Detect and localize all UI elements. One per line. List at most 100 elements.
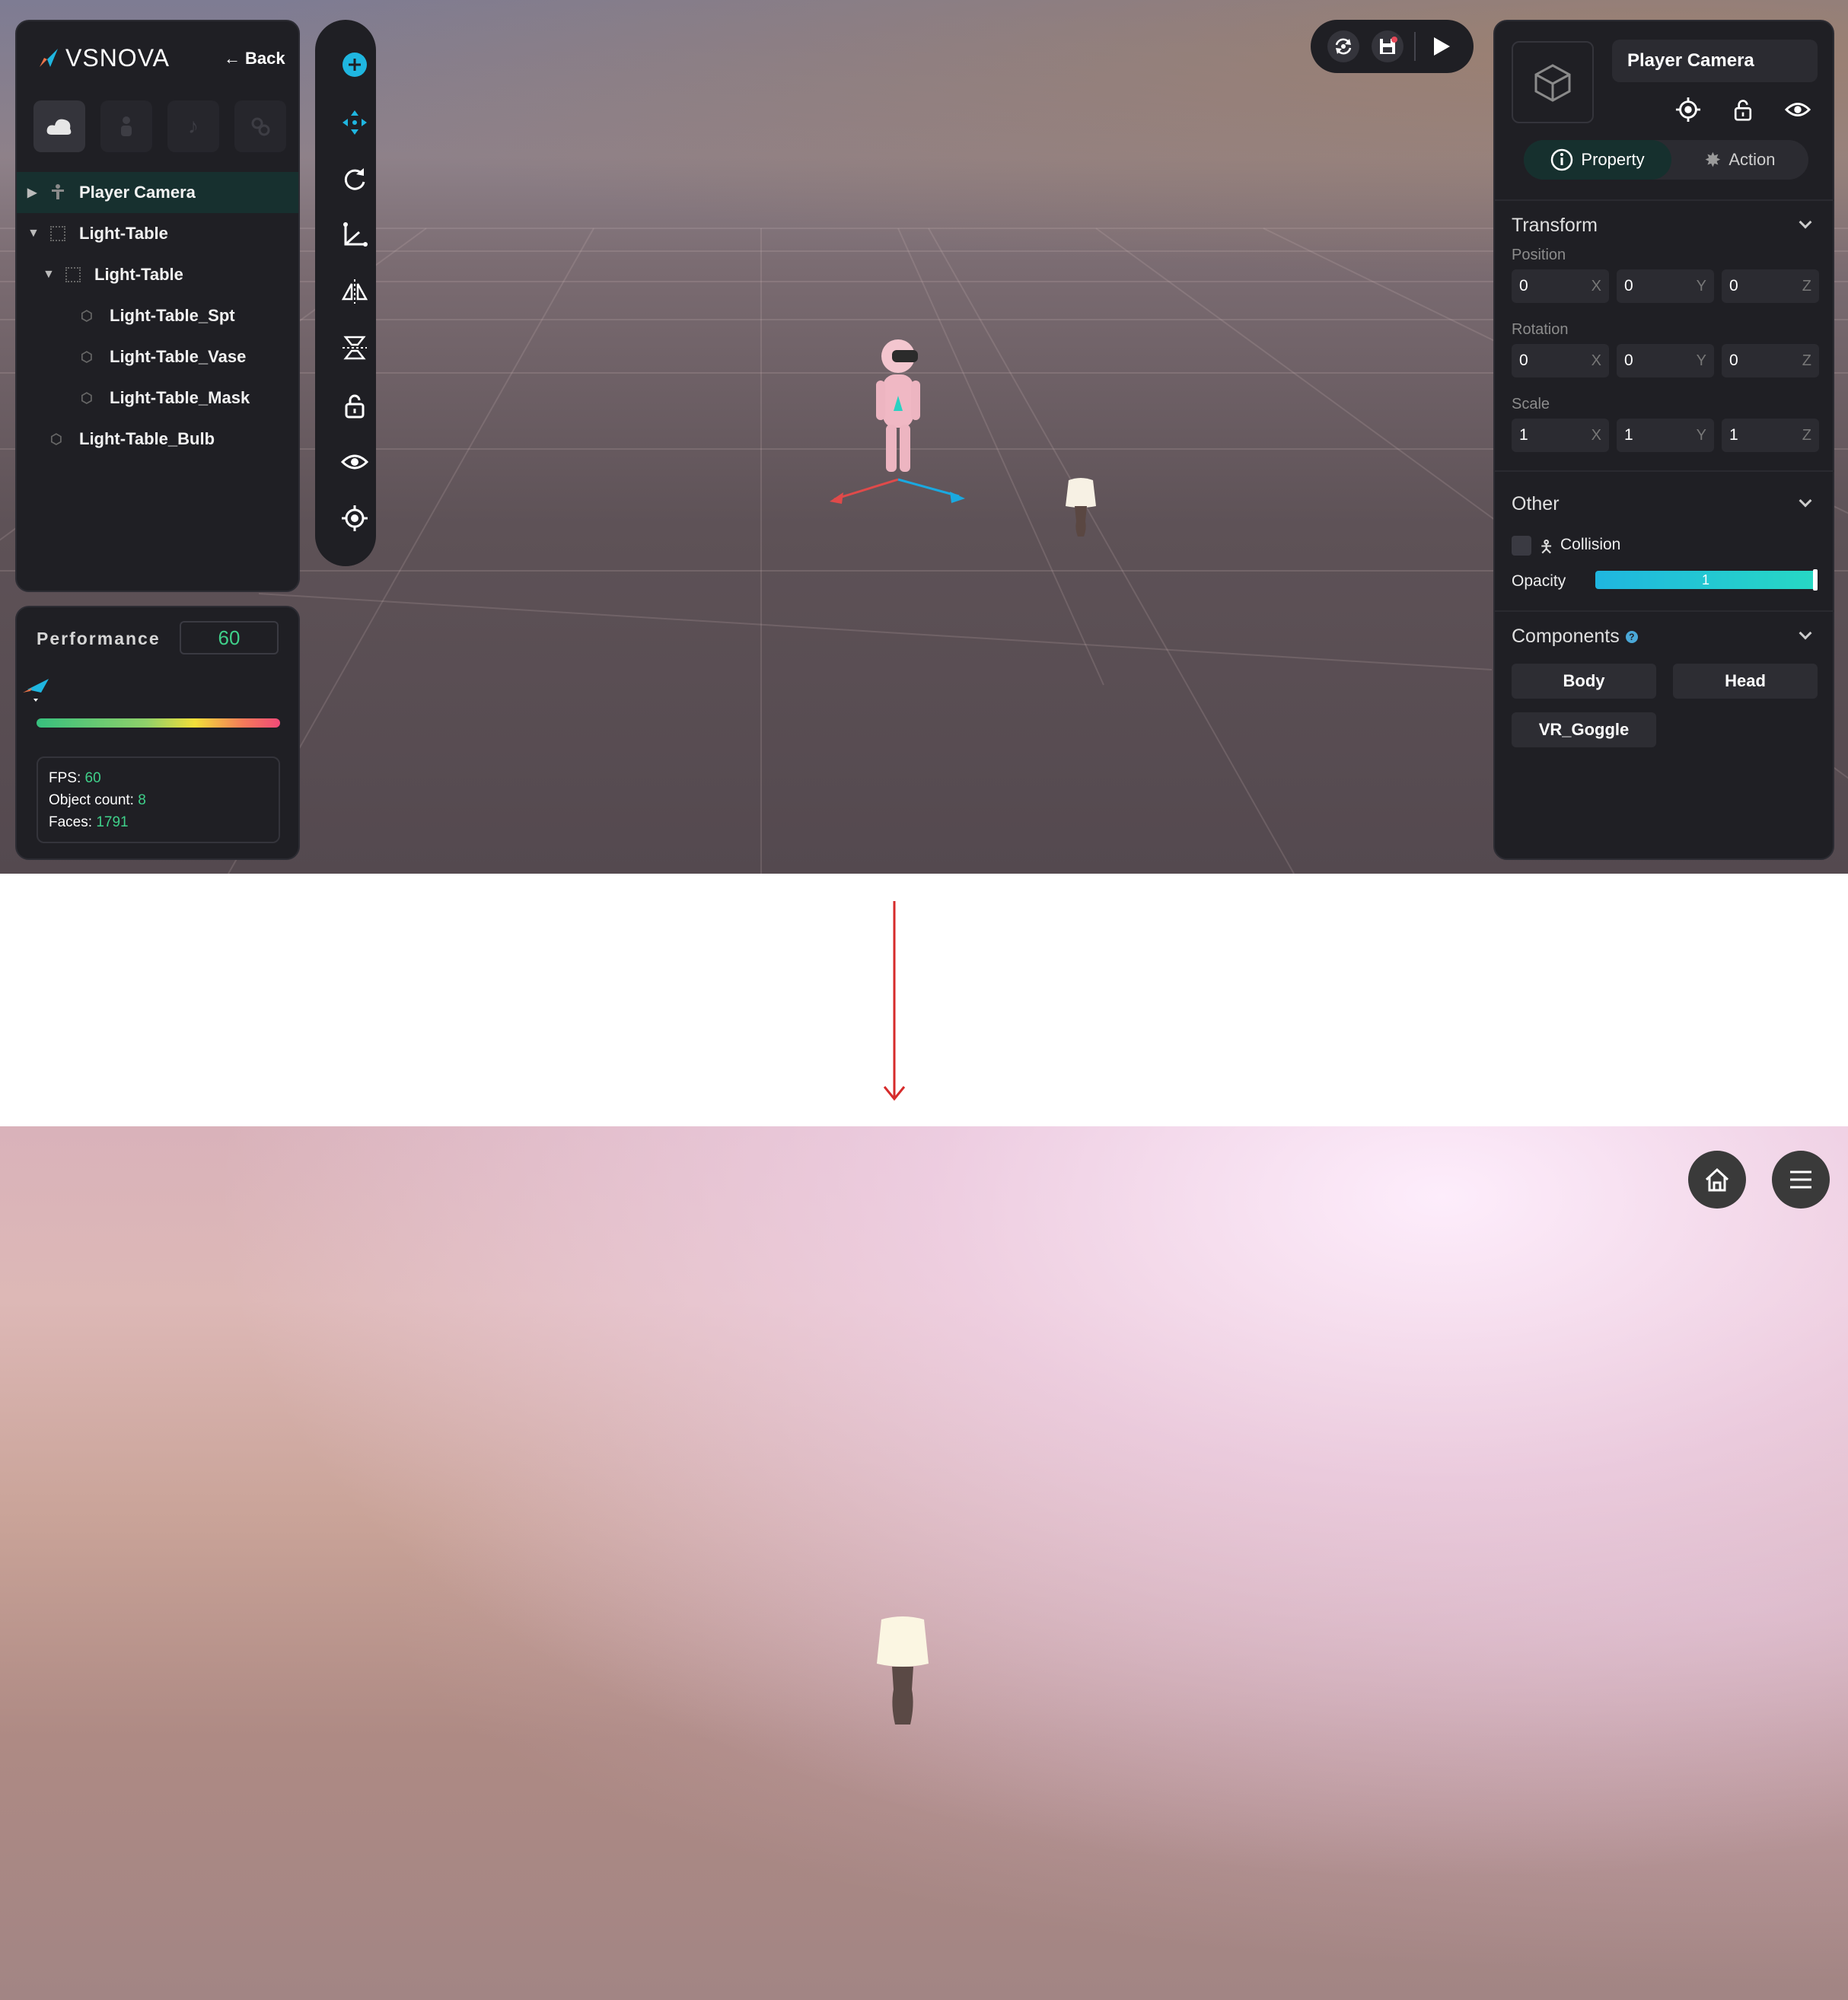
- position-label: Position: [1512, 247, 1566, 263]
- chevron-down-icon[interactable]: [1799, 494, 1812, 508]
- chevron-down-icon[interactable]: [1799, 626, 1812, 640]
- environment-tab[interactable]: [33, 100, 85, 152]
- field-value: 1: [1729, 426, 1738, 444]
- eye-icon: [1785, 103, 1811, 116]
- play-mode-viewport[interactable]: [0, 1126, 1848, 2000]
- collapse-arrow-icon[interactable]: ▼: [27, 227, 40, 240]
- unlock-icon: [1734, 100, 1752, 121]
- opacity-value: 1: [1701, 572, 1709, 588]
- field-value: 1: [1519, 426, 1528, 444]
- position-y-field[interactable]: 0Y: [1617, 269, 1714, 303]
- performance-indicator-icon: [23, 679, 49, 702]
- object-count-label: Object count:: [49, 792, 134, 808]
- object-name-field[interactable]: Player Camera: [1612, 40, 1818, 82]
- field-value: 0: [1729, 277, 1738, 295]
- effects-tab[interactable]: [234, 100, 286, 152]
- collision-label: Collision: [1560, 536, 1621, 553]
- align-tool-button[interactable]: [336, 329, 374, 367]
- chevron-down-icon[interactable]: [1799, 215, 1812, 229]
- back-button[interactable]: ← Back: [224, 49, 285, 68]
- opacity-slider-handle[interactable]: [1813, 569, 1818, 591]
- save-icon: [1380, 37, 1397, 54]
- axis-z-label: Z: [1802, 427, 1811, 444]
- lamp-object[interactable]: [1058, 476, 1104, 544]
- collision-checkbox[interactable]: [1512, 536, 1531, 556]
- audio-tab[interactable]: ♪: [167, 100, 219, 152]
- scale-y-field[interactable]: 1Y: [1617, 419, 1714, 452]
- rotation-z-field[interactable]: 0Z: [1722, 344, 1819, 377]
- sync-button[interactable]: [1327, 30, 1359, 62]
- scale-x-field[interactable]: 1X: [1512, 419, 1609, 452]
- tab-action[interactable]: ✸ Action: [1671, 140, 1808, 180]
- tab-property-label: Property: [1581, 150, 1645, 169]
- character-tab[interactable]: [100, 100, 152, 152]
- scale-z-field[interactable]: 1Z: [1722, 419, 1819, 452]
- tree-item-player-camera[interactable]: ▶ Player Camera: [17, 172, 298, 213]
- scale-label: Scale: [1512, 396, 1550, 412]
- faces-label: Faces:: [49, 814, 93, 830]
- tab-action-label: Action: [1729, 150, 1776, 169]
- inspector-panel: Player Camera Property ✸ Action Transfor…: [1493, 20, 1834, 860]
- action-sparkle-icon: ✸: [1704, 148, 1722, 171]
- component-body-button[interactable]: Body: [1512, 664, 1656, 699]
- tree-item-light-table-child[interactable]: ▼ Light-Table: [17, 254, 298, 295]
- collapse-arrow-icon[interactable]: ▼: [43, 268, 55, 282]
- play-button[interactable]: [1423, 29, 1458, 64]
- opacity-slider[interactable]: 1: [1595, 569, 1818, 591]
- performance-panel: Performance 60 FPS: 60 Object count: 8 F…: [15, 606, 300, 860]
- component-vr-goggle-button[interactable]: VR_Goggle: [1512, 712, 1656, 747]
- fps-value: 60: [84, 770, 101, 786]
- performance-label: Performance: [37, 629, 161, 648]
- expand-arrow-icon[interactable]: ▶: [27, 185, 37, 200]
- hamburger-menu-icon: [1790, 1170, 1811, 1189]
- lamp-object[interactable]: [868, 1613, 938, 1729]
- focus-tool-button[interactable]: [336, 499, 374, 537]
- move-tool-button[interactable]: [336, 104, 374, 142]
- add-object-button[interactable]: [336, 46, 374, 84]
- tree-item-light-table-vase[interactable]: ⬡ Light-Table_Vase: [17, 336, 298, 377]
- lock-object-button[interactable]: [1728, 94, 1758, 125]
- lock-tool-button[interactable]: [336, 387, 374, 425]
- fps-label: FPS:: [49, 770, 81, 786]
- performance-stats: FPS: 60 Object count: 8 Faces: 1791: [37, 756, 280, 843]
- editor-viewport[interactable]: VSNOVA ← Back ♪ ▶ Player Camera ▼ Light-…: [0, 0, 1848, 874]
- rotation-y-field[interactable]: 0Y: [1617, 344, 1714, 377]
- menu-button[interactable]: [1772, 1151, 1830, 1209]
- component-head-button[interactable]: Head: [1673, 664, 1818, 699]
- effects-icon: [251, 117, 270, 136]
- hierarchy-panel: VSNOVA ← Back ♪ ▶ Player Camera ▼ Light-…: [15, 20, 300, 592]
- scale-tool-button[interactable]: [336, 216, 374, 254]
- tree-item-label: Light-Table_Vase: [110, 347, 247, 366]
- rotate-tool-button[interactable]: [336, 160, 374, 198]
- visibility-tool-button[interactable]: [336, 443, 374, 481]
- home-button[interactable]: [1688, 1151, 1746, 1209]
- sync-icon: [1335, 38, 1352, 55]
- field-value: 0: [1624, 352, 1633, 369]
- axis-scale-icon: [343, 222, 368, 247]
- info-icon[interactable]: ?: [1625, 630, 1638, 643]
- save-button[interactable]: [1372, 30, 1404, 62]
- tree-item-light-table-mask[interactable]: ⬡ Light-Table_Mask: [17, 377, 298, 419]
- group-icon: [50, 226, 65, 241]
- performance-value: 60: [180, 621, 279, 654]
- mirror-tool-button[interactable]: [336, 272, 374, 311]
- focus-object-button[interactable]: [1673, 94, 1703, 125]
- tree-item-light-table-bulb[interactable]: ⬡ Light-Table_Bulb: [17, 419, 298, 460]
- rotate-icon: [344, 168, 365, 190]
- player-camera-avatar[interactable]: [822, 335, 974, 510]
- other-title: Other: [1512, 493, 1560, 514]
- cube-icon: [1534, 64, 1571, 102]
- tree-item-light-table-spt[interactable]: ⬡ Light-Table_Spt: [17, 295, 298, 336]
- rotation-x-field[interactable]: 0X: [1512, 344, 1609, 377]
- tree-item-light-table[interactable]: ▼ Light-Table: [17, 213, 298, 254]
- tab-property[interactable]: Property: [1524, 140, 1671, 180]
- transform-title: Transform: [1512, 215, 1598, 236]
- axis-x-label: X: [1591, 427, 1601, 444]
- tree-item-label: Light-Table: [79, 224, 168, 243]
- rotation-label: Rotation: [1512, 321, 1569, 338]
- visibility-object-button[interactable]: [1783, 94, 1813, 125]
- position-x-field[interactable]: 0X: [1512, 269, 1609, 303]
- brand-logo: VSNOVA: [65, 44, 170, 72]
- position-z-field[interactable]: 0Z: [1722, 269, 1819, 303]
- opacity-label: Opacity: [1512, 572, 1566, 590]
